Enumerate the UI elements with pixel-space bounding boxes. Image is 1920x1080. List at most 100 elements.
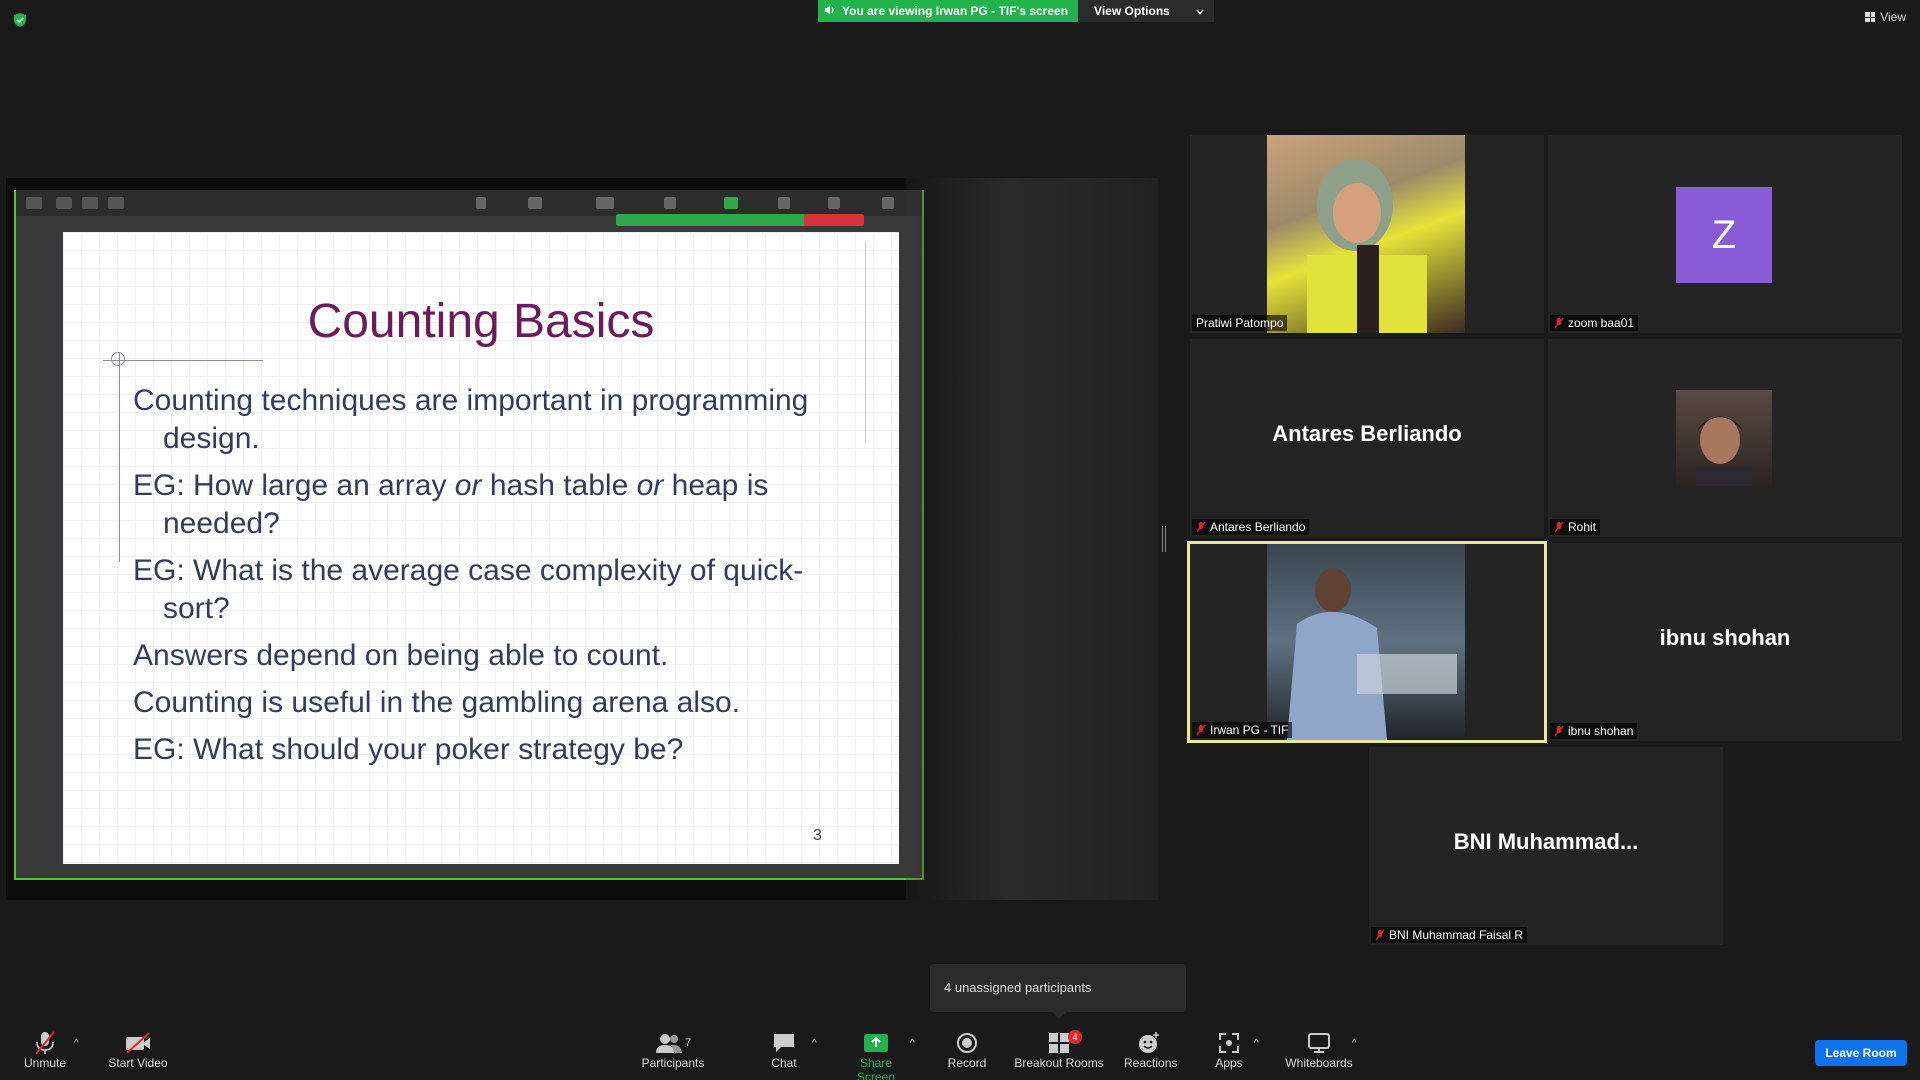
- zoom-out-icon: [56, 197, 72, 209]
- slide-bullet: Counting techniques are important in pro…: [133, 384, 809, 455]
- view-label: View: [1880, 10, 1906, 24]
- screen-share-banner: You are viewing Irwan PG - TIF's screen …: [818, 0, 1214, 22]
- breakout-rooms-label: Breakout Rooms: [1014, 1056, 1104, 1070]
- whiteboards-button[interactable]: Whiteboards: [1282, 1030, 1356, 1070]
- participant-name-tag: BNI Muhammad Faisal R: [1371, 927, 1528, 943]
- shared-zoom-window: Counting Basics Counting techniques are …: [14, 190, 924, 880]
- resize-handle[interactable]: [1162, 526, 1166, 552]
- unmute-label: Unmute: [23, 1056, 67, 1070]
- participant-display-name: ibnu shohan: [1659, 625, 1791, 650]
- participants-icon: [596, 197, 614, 209]
- unassigned-participants-tooltip[interactable]: 4 unassigned participants: [930, 964, 1186, 1012]
- view-icon: [26, 197, 42, 209]
- participant-name-tag: Rohit: [1550, 519, 1601, 535]
- apps-button[interactable]: Apps: [1212, 1030, 1246, 1070]
- annotate-icon: [828, 197, 840, 209]
- breakout-rooms-button[interactable]: 4 Breakout Rooms: [1012, 1030, 1106, 1070]
- slide-bullet: Answers depend on being able to count.: [133, 639, 669, 672]
- share-screen-icon: [840, 1030, 912, 1056]
- slide-bullet: EG: How large an array or hash table or …: [133, 469, 769, 540]
- mic-muted-icon: [1375, 929, 1385, 941]
- video-tile-ibnu[interactable]: ibnu shohan ibnu shohan: [1548, 543, 1902, 741]
- slide-title: Counting Basics: [307, 295, 655, 348]
- record-button[interactable]: Record: [942, 1030, 992, 1070]
- chat-icon: [664, 197, 676, 209]
- avatar: [1676, 390, 1772, 486]
- reactions-icon: [1124, 1030, 1174, 1056]
- record-icon: [942, 1030, 992, 1056]
- mic-muted-icon: [1554, 317, 1564, 329]
- video-tile-zoom-baa01[interactable]: Z zoom baa01: [1548, 135, 1902, 333]
- record-label: Record: [947, 1056, 987, 1070]
- viewing-screen-text: You are viewing Irwan PG - TIF's screen: [842, 4, 1069, 18]
- participant-video: [1267, 135, 1465, 333]
- speaker-icon: [824, 4, 836, 19]
- chevron-down-icon: [1196, 4, 1204, 18]
- shield-icon[interactable]: [12, 12, 28, 28]
- view-options-label: View Options: [1094, 4, 1170, 18]
- presentation-slide: Counting Basics Counting techniques are …: [63, 232, 899, 864]
- stop-share-bar: [804, 214, 864, 226]
- pause-icon: [778, 197, 790, 209]
- apps-label: Apps: [1215, 1056, 1243, 1070]
- participants-label: Participants: [641, 1056, 705, 1070]
- share-screen-button[interactable]: Share Screen: [840, 1030, 912, 1080]
- avatar: Z: [1676, 187, 1772, 283]
- breakout-rooms-icon: 4: [1012, 1030, 1106, 1056]
- slide-rule: [103, 360, 263, 361]
- unmute-button[interactable]: Unmute: [18, 1030, 72, 1070]
- participant-name-tag: Pratiwi Patompo: [1192, 315, 1288, 331]
- screen-sharing-bar: [616, 214, 806, 226]
- mic-icon: [476, 197, 486, 209]
- participant-display-name: BNI Muhammad...: [1453, 829, 1639, 854]
- shared-toolbar: [16, 190, 922, 216]
- grid-view-icon: [1865, 12, 1876, 22]
- zoom-meeting-window: You are viewing Irwan PG - TIF's screen …: [0, 0, 1920, 1080]
- participant-display-name: Antares Berliando: [1272, 421, 1462, 446]
- crosshair-icon: [111, 352, 125, 366]
- slide-rule-vertical: [119, 352, 120, 562]
- mic-muted-icon: [1554, 521, 1564, 533]
- view-options-dropdown[interactable]: View Options: [1078, 0, 1214, 22]
- viewing-screen-status: You are viewing Irwan PG - TIF's screen: [818, 0, 1079, 22]
- view-button[interactable]: View: [1865, 10, 1906, 24]
- participant-name-tag: zoom baa01: [1550, 315, 1639, 331]
- share-options-caret[interactable]: ^: [910, 1038, 915, 1049]
- reactions-button[interactable]: Reactions: [1124, 1030, 1177, 1070]
- chat-label: Chat: [771, 1056, 797, 1070]
- mic-muted-icon: [1554, 725, 1564, 737]
- tooltip-tail: [1052, 1012, 1066, 1019]
- mic-muted-icon: [1196, 724, 1206, 736]
- video-tile-rohit[interactable]: Rohit: [1548, 339, 1902, 537]
- video-tile-irwan-active-speaker[interactable]: Irwan PG - TIF: [1187, 541, 1547, 743]
- whiteboard-icon: [1282, 1030, 1356, 1056]
- shared-screen[interactable]: Counting Basics Counting techniques are …: [6, 178, 1158, 900]
- video-tile-bni[interactable]: BNI Muhammad... BNI Muhammad Faisal R: [1369, 747, 1723, 945]
- start-video-label: Start Video: [108, 1056, 168, 1070]
- share-screen-label: Share Screen: [856, 1056, 896, 1080]
- slide-bullet: EG: What is the average case complexity …: [133, 554, 804, 625]
- audio-options-caret[interactable]: ^: [74, 1038, 79, 1049]
- new-share-icon: [724, 197, 738, 209]
- whiteboards-options-caret[interactable]: ^: [1352, 1038, 1357, 1049]
- slide-bullet: EG: What should your poker strategy be?: [133, 733, 684, 766]
- slide-page-number: 3: [813, 827, 822, 844]
- whiteboards-label: Whiteboards: [1285, 1056, 1353, 1070]
- start-video-button[interactable]: Start Video: [105, 1030, 171, 1070]
- chat-button[interactable]: Chat: [760, 1030, 808, 1070]
- video-tile-pratiwi[interactable]: Pratiwi Patompo: [1190, 135, 1544, 333]
- lock-icon: [108, 197, 124, 209]
- chat-options-caret[interactable]: ^: [812, 1038, 817, 1049]
- participants-button[interactable]: 7 Participants: [640, 1030, 706, 1070]
- zoom-in-icon: [82, 197, 98, 209]
- remote-control-icon: [882, 197, 894, 209]
- participants-icon: 7: [640, 1030, 706, 1056]
- leave-room-button[interactable]: Leave Room: [1815, 1040, 1907, 1066]
- video-tile-antares[interactable]: Antares Berliando Antares Berliando: [1190, 339, 1544, 537]
- participant-name-tag: ibnu shohan: [1550, 723, 1638, 739]
- mic-muted-icon: [18, 1030, 72, 1056]
- participants-count: 7: [684, 1037, 692, 1049]
- slide-bullet: Counting is useful in the gambling arena…: [133, 686, 741, 719]
- apps-options-caret[interactable]: ^: [1254, 1038, 1259, 1049]
- slide-bullets: Counting techniques are important in pro…: [133, 382, 853, 778]
